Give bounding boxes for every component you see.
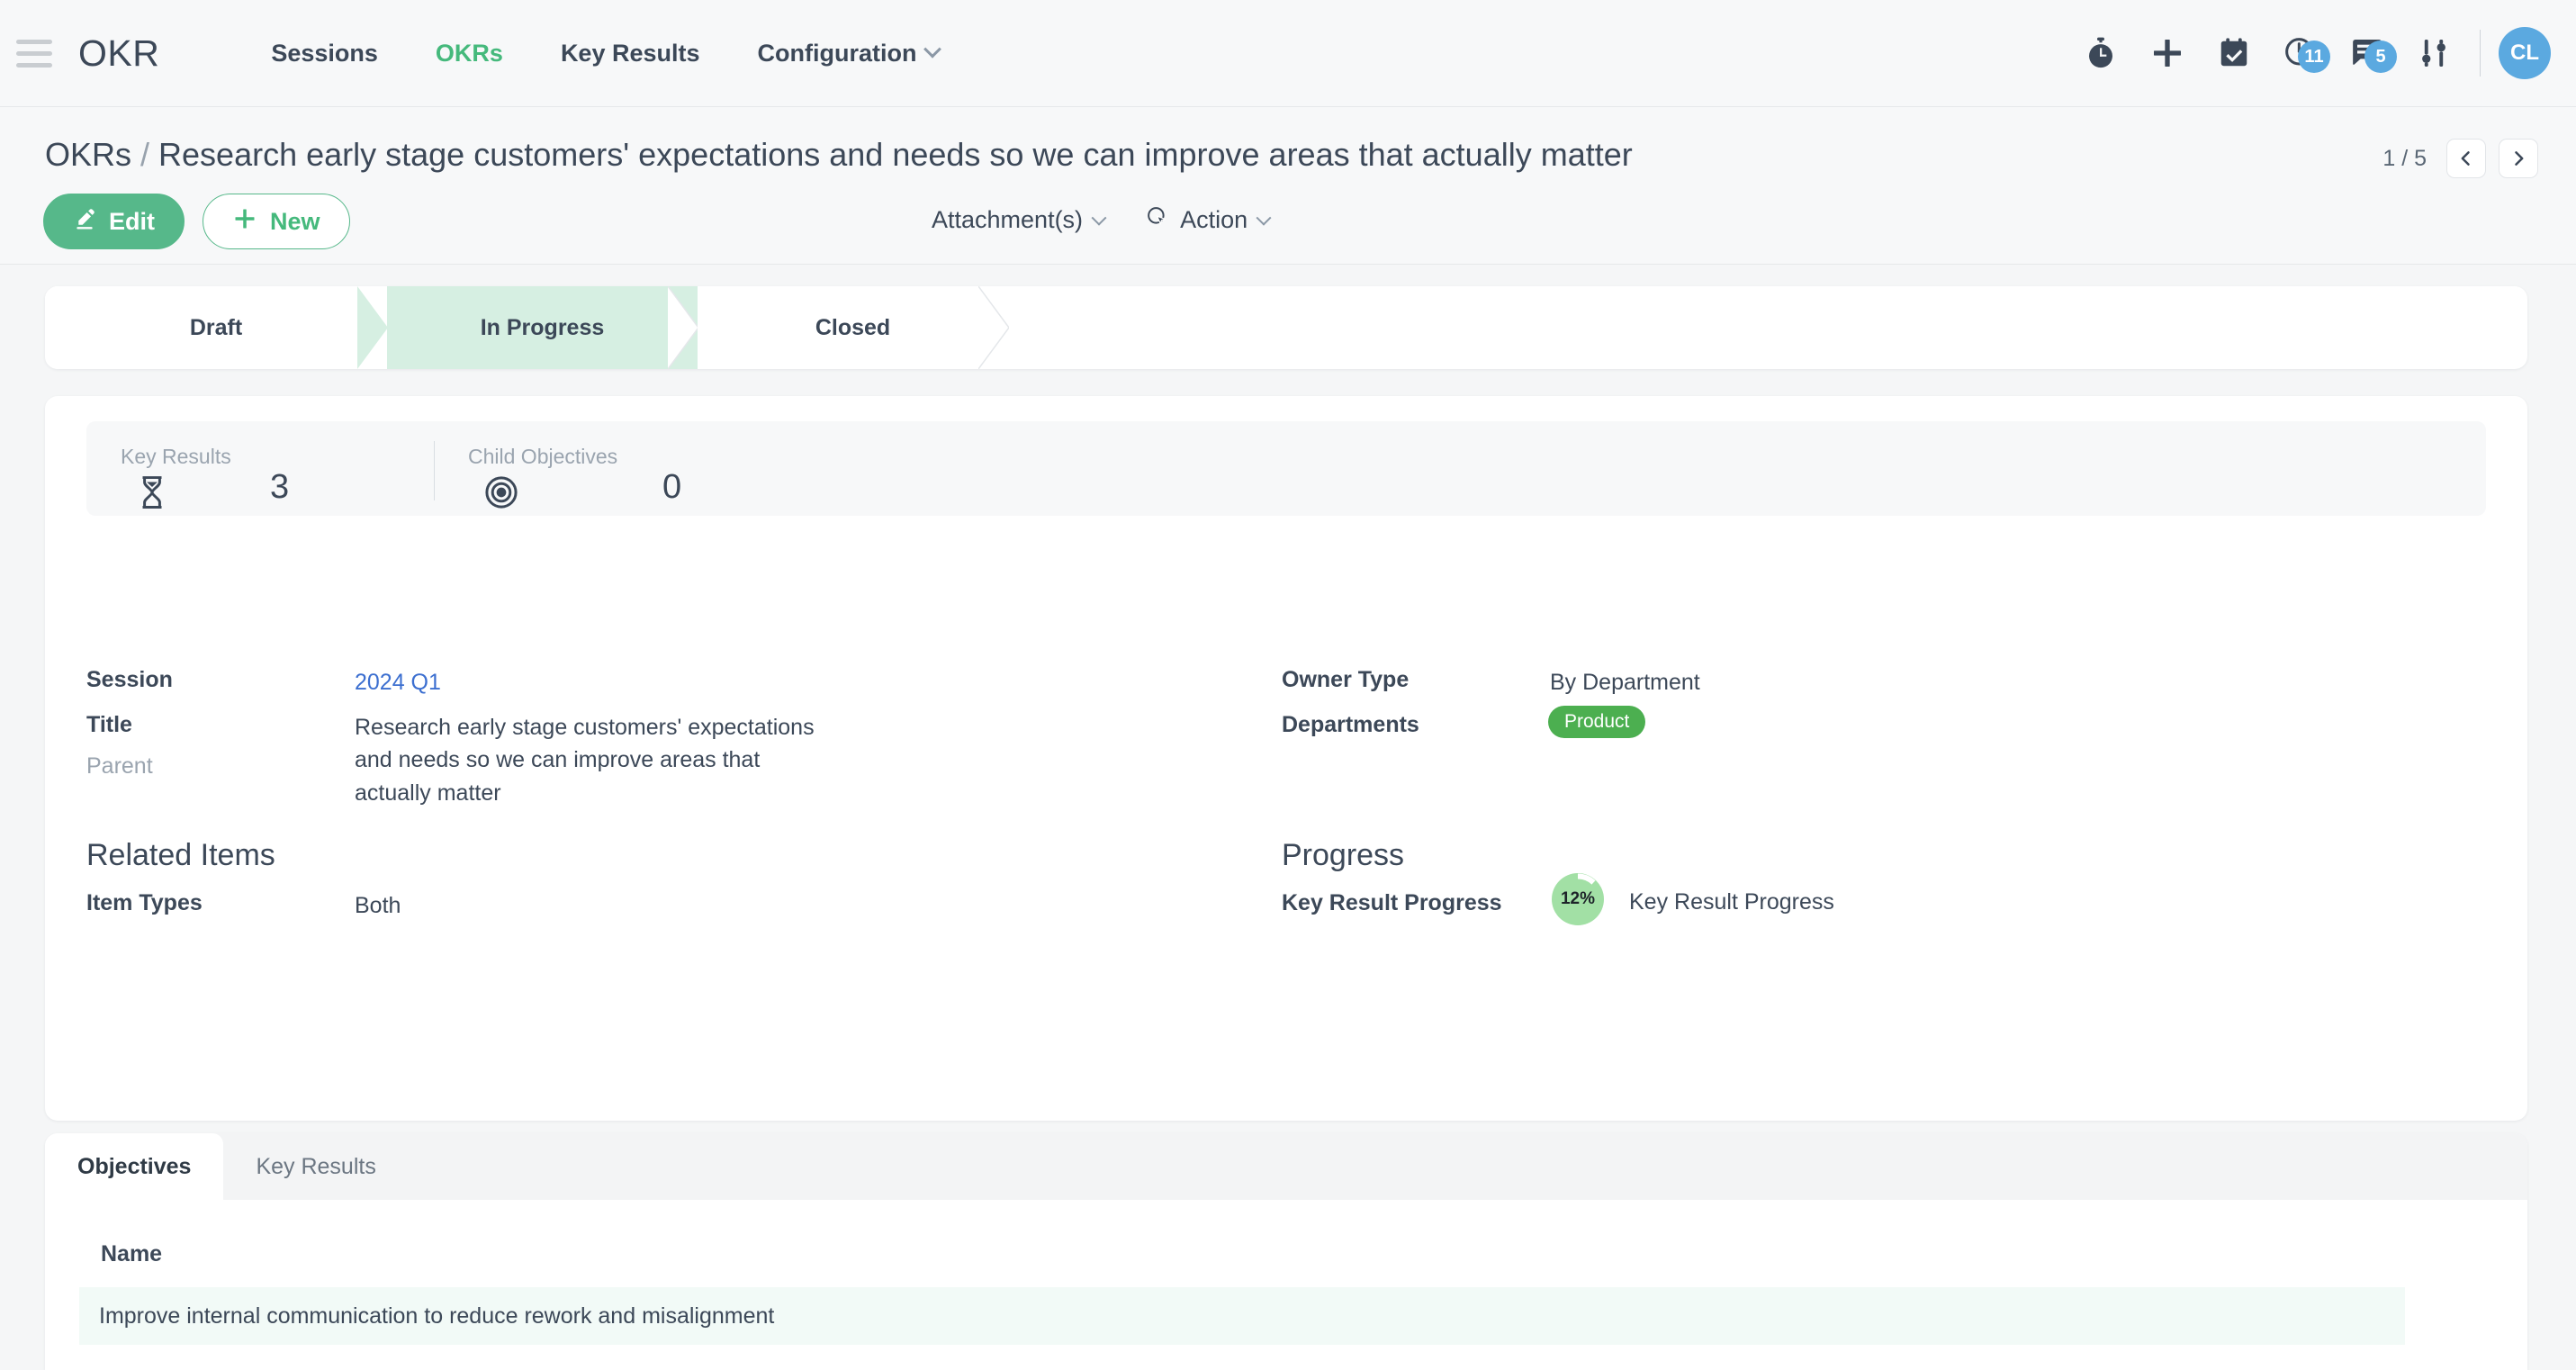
messages-icon[interactable]: 5 <box>2334 26 2400 80</box>
nav-item-key-results-label: Key Results <box>560 39 700 67</box>
attachments-label: Attachment(s) <box>932 206 1084 233</box>
nav-divider <box>2480 30 2481 77</box>
table-row[interactable]: Improve internal communication to reduce… <box>79 1287 2405 1345</box>
header-button-row: Edit New <box>43 194 350 249</box>
record-pager: 1 / 5 <box>2382 139 2538 178</box>
progress-gauge-caption: Key Result Progress <box>1629 889 1834 915</box>
step-chevron-icon <box>357 286 388 369</box>
pencil-icon <box>73 207 96 237</box>
tab-strip: Objectives Key Results <box>45 1133 2527 1200</box>
progress-title: Progress <box>1282 838 1405 872</box>
session-label: Session <box>86 667 173 692</box>
breadcrumb-separator: / <box>140 136 150 173</box>
hamburger-menu-icon[interactable] <box>16 35 58 71</box>
status-step-in-progress-label: In Progress <box>480 314 605 340</box>
stats-divider <box>434 441 435 500</box>
stat-key-results-label: Key Results <box>121 445 231 468</box>
pager-count: 1 / 5 <box>2382 145 2427 171</box>
top-navigation-bar: OKR Sessions OKRs Key Results Configurat… <box>0 0 2576 107</box>
action-cursor-icon <box>1146 205 1169 235</box>
nav-item-configuration-label: Configuration <box>757 39 917 67</box>
department-tag-product: Product <box>1548 706 1646 738</box>
stat-child-objectives-label: Child Objectives <box>468 445 618 468</box>
nav-item-sessions-label: Sessions <box>271 39 378 67</box>
status-step-in-progress[interactable]: In Progress <box>387 286 698 369</box>
parent-label: Parent <box>86 753 153 779</box>
status-step-closed-label: Closed <box>815 314 891 340</box>
table-cell-name: Improve internal communication to reduce… <box>99 1302 775 1329</box>
pager-previous-button[interactable] <box>2446 139 2486 178</box>
edit-button[interactable]: Edit <box>43 194 185 249</box>
new-button-label: New <box>270 207 320 235</box>
chevron-down-icon <box>1091 210 1107 226</box>
plus-icon <box>232 206 257 238</box>
avatar[interactable]: CL <box>2499 27 2551 79</box>
attachments-dropdown[interactable]: Attachment(s) <box>932 206 1107 234</box>
progress-gauge-value: 12% <box>1560 889 1596 908</box>
action-dropdown[interactable]: Action <box>1146 205 1272 235</box>
nav-item-key-results[interactable]: Key Results <box>532 40 729 68</box>
page-header: OKRs / Research early stage customers' exp… <box>0 107 2576 265</box>
item-types-label: Item Types <box>86 890 203 915</box>
table-header-name: Name <box>101 1241 163 1266</box>
tab-key-results-label: Key Results <box>256 1153 376 1179</box>
nav-item-okrs[interactable]: OKRs <box>407 40 532 68</box>
stat-key-results-value: 3 <box>270 468 290 506</box>
nav-item-okrs-label: OKRs <box>435 39 503 67</box>
breadcrumb-root[interactable]: OKRs <box>45 136 131 173</box>
step-chevron-icon <box>978 286 1009 369</box>
owner-type-label: Owner Type <box>1282 667 1410 692</box>
item-types-value: Both <box>355 893 401 918</box>
tab-objectives-label: Objectives <box>77 1153 192 1179</box>
app-brand-title: OKR <box>78 32 160 74</box>
nav-icon-group: 11 5 CL <box>2067 26 2576 80</box>
pager-next-button[interactable] <box>2499 139 2538 178</box>
nav-item-configuration[interactable]: Configuration <box>729 40 968 68</box>
title-value: Research early stage customers' expectat… <box>355 715 815 806</box>
nav-item-sessions[interactable]: Sessions <box>242 40 407 68</box>
departments-label: Departments <box>1282 712 1419 737</box>
okr-detail-card: Key Results Child Objectives 3 0 Session… <box>45 396 2527 1121</box>
tab-key-results[interactable]: Key Results <box>223 1133 408 1200</box>
status-step-draft-label: Draft <box>189 314 243 340</box>
owner-type-value: By Department <box>1550 670 1700 695</box>
hourglass-icon <box>133 473 171 516</box>
plus-icon[interactable] <box>2134 26 2201 80</box>
stopwatch-icon[interactable] <box>2067 26 2134 80</box>
title-label: Title <box>86 712 132 737</box>
edit-button-label: Edit <box>109 207 155 235</box>
status-pipeline: Draft In Progress Closed <box>45 286 2527 369</box>
main-nav-menu: Sessions OKRs Key Results Configuration <box>242 40 968 68</box>
session-value[interactable]: 2024 Q1 <box>355 666 441 699</box>
target-icon <box>482 473 520 516</box>
step-chevron-icon <box>668 286 698 369</box>
calendar-check-icon[interactable] <box>2201 26 2267 80</box>
status-step-closed[interactable]: Closed <box>698 286 1009 369</box>
status-step-draft[interactable]: Draft <box>45 286 388 369</box>
related-items-title: Related Items <box>86 838 275 872</box>
breadcrumb: OKRs / Research early stage customers' exp… <box>45 136 1633 174</box>
clock-activity-badge: 11 <box>2298 41 2330 73</box>
tab-objectives[interactable]: Objectives <box>45 1133 224 1200</box>
stat-child-objectives-value: 0 <box>662 468 682 506</box>
stats-panel: Key Results Child Objectives 3 0 <box>86 421 2486 516</box>
key-result-progress-label: Key Result Progress <box>1282 890 1502 915</box>
action-label: Action <box>1180 206 1248 233</box>
chevron-down-icon <box>1256 210 1272 226</box>
messages-badge: 5 <box>2364 41 2397 73</box>
breadcrumb-current: Research early stage customers' expectat… <box>158 136 1633 173</box>
header-actions: Attachment(s) Action <box>932 205 1272 235</box>
key-result-progress-gauge: 12% <box>1550 871 1606 927</box>
chevron-down-icon <box>923 40 942 59</box>
sliders-settings-icon[interactable] <box>2400 26 2467 80</box>
new-button[interactable]: New <box>203 194 350 249</box>
clock-activity-icon[interactable]: 11 <box>2267 26 2334 80</box>
